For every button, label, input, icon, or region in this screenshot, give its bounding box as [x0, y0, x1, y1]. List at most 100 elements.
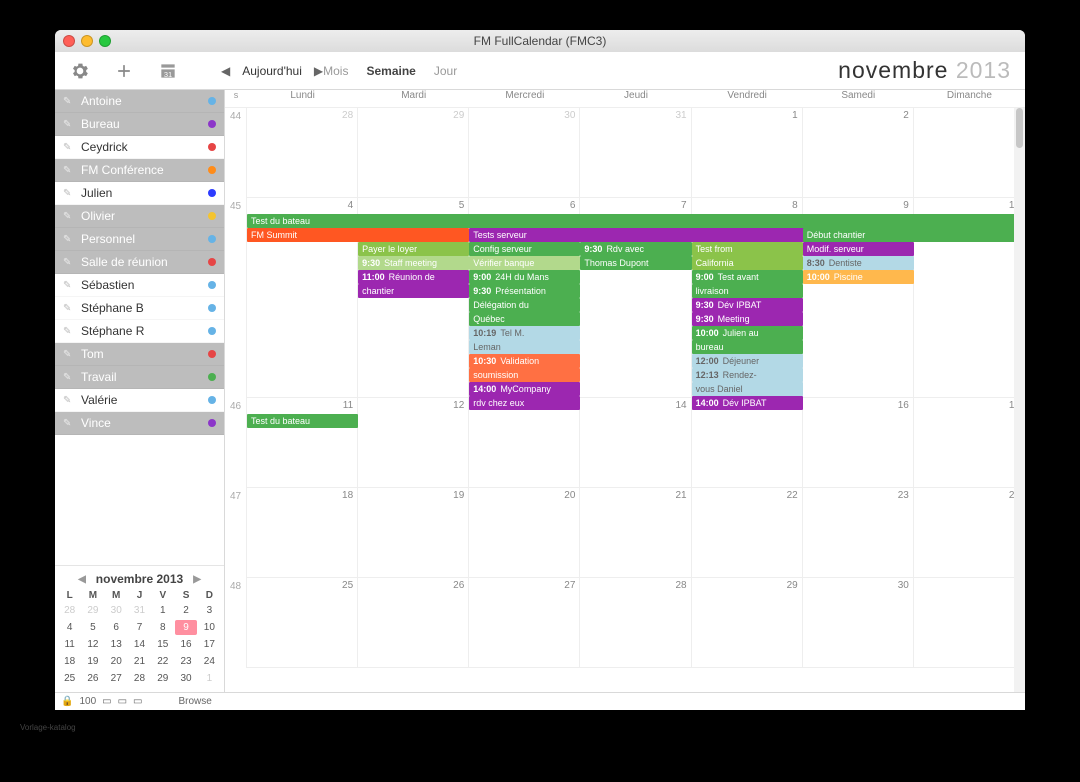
mini-day[interactable]: 16 [175, 637, 196, 652]
day-cell[interactable]: 26 [358, 578, 469, 668]
day-cell[interactable]: 15 [692, 398, 803, 488]
mini-day[interactable]: 11 [59, 637, 80, 652]
mini-day[interactable]: 17 [199, 637, 220, 652]
week-view-tab[interactable]: Semaine [366, 64, 415, 78]
calendar-row[interactable]: ✎Stéphane R [55, 320, 224, 343]
zoom-out-icon[interactable]: ▭ [102, 696, 111, 707]
mini-next-month[interactable]: ▶ [193, 574, 201, 585]
calendar-row[interactable]: ✎Vince [55, 412, 224, 435]
mini-day[interactable]: 1 [152, 603, 173, 618]
mini-day[interactable]: 23 [175, 654, 196, 669]
day-view-tab[interactable]: Jour [434, 64, 457, 78]
month-view-tab[interactable]: Mois [323, 64, 348, 78]
mini-day[interactable]: 13 [106, 637, 127, 652]
day-cell[interactable]: 21 [580, 488, 691, 578]
day-cell[interactable]: 29 [692, 578, 803, 668]
layout-icon[interactable]: ▭ [133, 696, 142, 707]
mini-day[interactable]: 24 [199, 654, 220, 669]
calendar-row[interactable]: ✎Sébastien [55, 274, 224, 297]
mini-day[interactable]: 28 [59, 603, 80, 618]
day-cell[interactable]: 1 [914, 578, 1025, 668]
prev-period-button[interactable]: ◀ [221, 64, 230, 78]
mini-day[interactable]: 26 [82, 671, 103, 686]
mini-day[interactable]: 18 [59, 654, 80, 669]
mini-day[interactable]: 27 [106, 671, 127, 686]
day-cell[interactable]: 18 [247, 488, 358, 578]
day-cell[interactable]: 2 [803, 108, 914, 198]
day-cell[interactable]: 6 [469, 198, 580, 398]
day-cell[interactable]: 24 [914, 488, 1025, 578]
calendar-row[interactable]: ✎Bureau [55, 113, 224, 136]
day-cell[interactable]: 28 [247, 108, 358, 198]
calendar-row[interactable]: ✎Ceydrick [55, 136, 224, 159]
mini-day[interactable]: 28 [129, 671, 150, 686]
day-cell[interactable]: 29 [358, 108, 469, 198]
mini-day[interactable]: 14 [129, 637, 150, 652]
mini-day[interactable]: 19 [82, 654, 103, 669]
mini-day[interactable]: 20 [106, 654, 127, 669]
zoom-toggle-icon[interactable]: ▭ [118, 696, 127, 707]
mini-day[interactable]: 12 [82, 637, 103, 652]
calendar-row[interactable]: ✎Julien [55, 182, 224, 205]
day-cell[interactable]: 8 [692, 198, 803, 398]
day-cell[interactable]: 12 [358, 398, 469, 488]
mini-day[interactable]: 6 [106, 620, 127, 635]
day-cell[interactable]: 10 [914, 198, 1025, 398]
day-cell[interactable]: 19 [358, 488, 469, 578]
day-cell[interactable]: 23 [803, 488, 914, 578]
mini-day[interactable]: 5 [82, 620, 103, 635]
calendar-row[interactable]: ✎Salle de réunion [55, 251, 224, 274]
mini-day[interactable]: 30 [106, 603, 127, 618]
next-period-button[interactable]: ▶ [314, 64, 323, 78]
day-cell[interactable]: 27 [469, 578, 580, 668]
mini-day[interactable]: 7 [129, 620, 150, 635]
day-cell[interactable]: 9 [803, 198, 914, 398]
day-cell[interactable]: 16 [803, 398, 914, 488]
day-cell[interactable]: 31 [580, 108, 691, 198]
mini-day[interactable]: 22 [152, 654, 173, 669]
calendar-row[interactable]: ✎Antoine [55, 90, 224, 113]
mini-day[interactable]: 21 [129, 654, 150, 669]
calendar-row[interactable]: ✎Tom [55, 343, 224, 366]
day-cell[interactable]: 3 [914, 108, 1025, 198]
mini-day[interactable]: 30 [175, 671, 196, 686]
go-to-today-button[interactable]: 31 [151, 56, 185, 86]
mini-day[interactable]: 31 [129, 603, 150, 618]
settings-button[interactable] [63, 56, 97, 86]
add-event-button[interactable] [107, 56, 141, 86]
mini-day[interactable]: 10 [199, 620, 220, 635]
day-cell[interactable]: 13 [469, 398, 580, 488]
day-cell[interactable]: 28 [580, 578, 691, 668]
mini-day[interactable]: 25 [59, 671, 80, 686]
mini-day[interactable]: 29 [82, 603, 103, 618]
vertical-scrollbar[interactable] [1014, 108, 1025, 692]
mini-prev-month[interactable]: ◀ [78, 574, 86, 585]
mini-day[interactable]: 3 [199, 603, 220, 618]
mini-day[interactable]: 29 [152, 671, 173, 686]
day-cell[interactable]: 30 [469, 108, 580, 198]
calendar-row[interactable]: ✎Stéphane B [55, 297, 224, 320]
day-cell[interactable]: 20 [469, 488, 580, 578]
calendar-row[interactable]: ✎Travail [55, 366, 224, 389]
mini-day[interactable]: 9 [175, 620, 196, 635]
mini-day[interactable]: 15 [152, 637, 173, 652]
day-cell[interactable]: 7 [580, 198, 691, 398]
day-cell[interactable]: 14 [580, 398, 691, 488]
day-cell[interactable]: 22 [692, 488, 803, 578]
day-cell[interactable]: 11 [247, 398, 358, 488]
calendar-row[interactable]: ✎Olivier [55, 205, 224, 228]
day-cell[interactable]: 30 [803, 578, 914, 668]
mini-day[interactable]: 4 [59, 620, 80, 635]
day-cell[interactable]: 4 [247, 198, 358, 398]
calendar-row[interactable]: ✎FM Conférence [55, 159, 224, 182]
mini-day[interactable]: 2 [175, 603, 196, 618]
mini-day[interactable]: 1 [199, 671, 220, 686]
day-cell[interactable]: 5 [358, 198, 469, 398]
calendar-row[interactable]: ✎Valérie [55, 389, 224, 412]
day-cell[interactable]: 1 [692, 108, 803, 198]
mini-day[interactable]: 8 [152, 620, 173, 635]
day-cell[interactable]: 17 [914, 398, 1025, 488]
today-button[interactable]: Aujourd'hui [242, 64, 302, 78]
day-cell[interactable]: 25 [247, 578, 358, 668]
calendar-row[interactable]: ✎Personnel [55, 228, 224, 251]
